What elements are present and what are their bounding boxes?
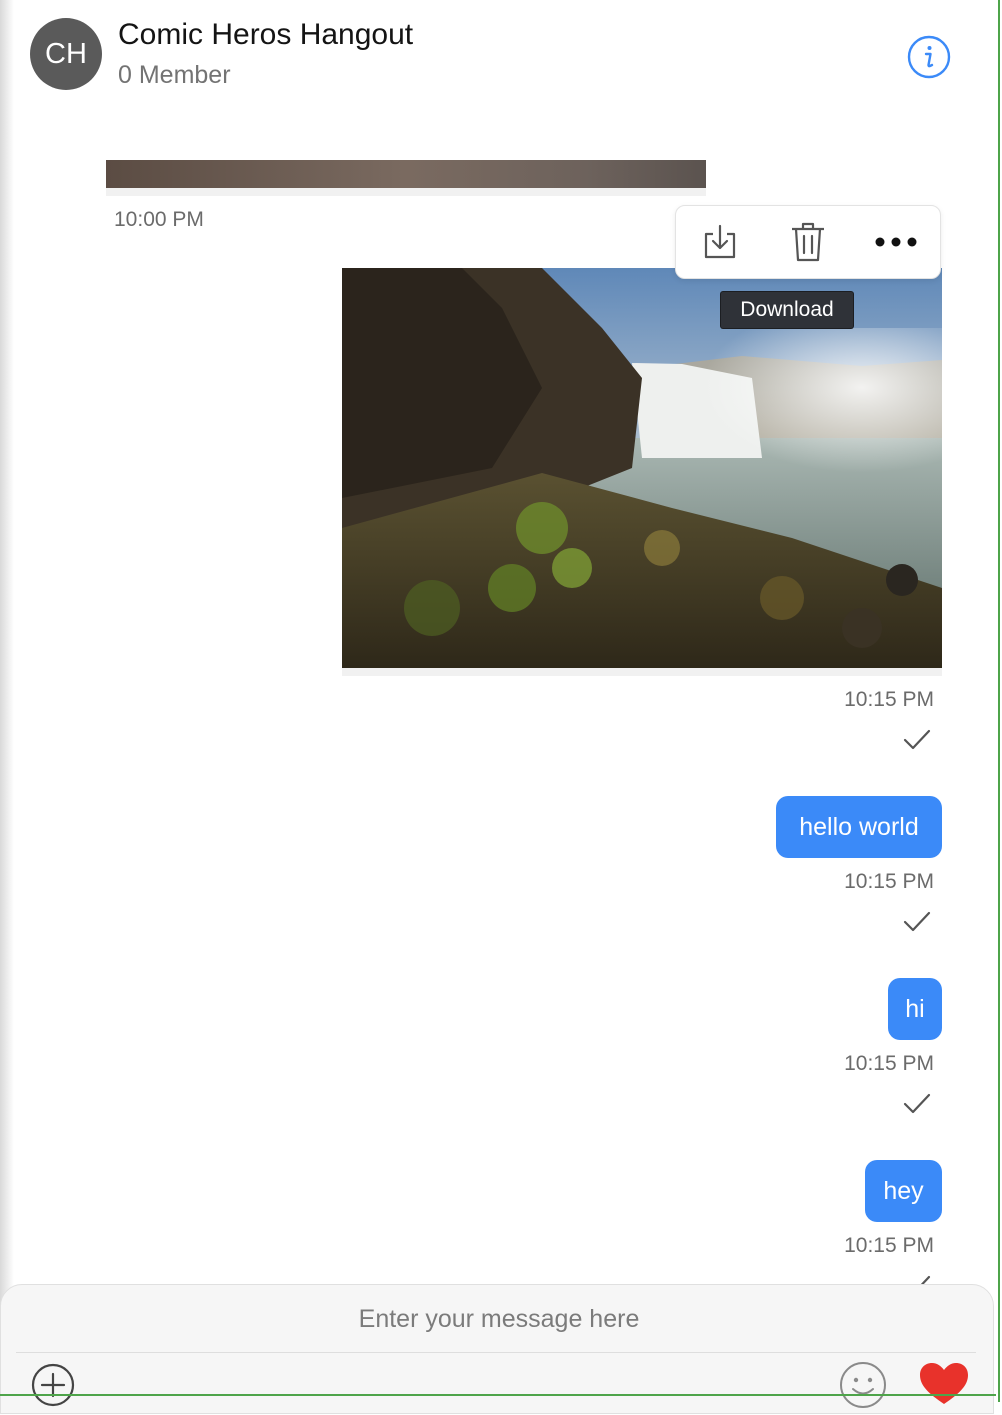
more-icon[interactable] [872,218,920,266]
previous-image-message[interactable] [106,160,706,196]
message-timestamp: 10:00 PM [114,208,204,231]
message-text: hi [905,994,925,1023]
message-text: hello world [799,812,919,841]
window-border-bottom [0,1394,996,1396]
download-tooltip: Download [721,292,853,328]
check-icon [900,908,934,936]
avatar-initials: CH [45,37,87,70]
info-icon[interactable] [906,34,952,80]
emoji-icon[interactable] [838,1360,888,1410]
outgoing-message-bubble[interactable]: hey [865,1160,942,1222]
check-icon [900,1090,934,1118]
message-action-bar [675,205,941,279]
message-timestamp: 10:15 PM [844,688,934,711]
message-timestamp: 10:15 PM [844,1234,934,1257]
member-count: 0 Member [118,61,231,89]
message-timestamp: 10:15 PM [844,870,934,893]
outgoing-message-bubble[interactable]: hello world [776,796,942,858]
composer-divider [16,1352,976,1353]
trash-icon[interactable] [784,218,832,266]
message-text: hey [883,1176,924,1205]
window-border [998,0,1000,1402]
download-icon[interactable] [696,218,744,266]
plus-circle-icon[interactable] [30,1362,76,1408]
check-icon [900,726,934,754]
group-title: Comic Heros Hangout [118,18,414,51]
image-message[interactable] [342,268,942,676]
message-input[interactable] [18,1292,980,1346]
group-avatar[interactable]: CH [30,18,102,90]
left-shadow [0,0,14,1402]
message-timestamp: 10:15 PM [844,1052,934,1075]
waterfall-photo [342,268,942,668]
outgoing-message-bubble[interactable]: hi [888,978,942,1040]
heart-icon[interactable] [916,1362,972,1406]
